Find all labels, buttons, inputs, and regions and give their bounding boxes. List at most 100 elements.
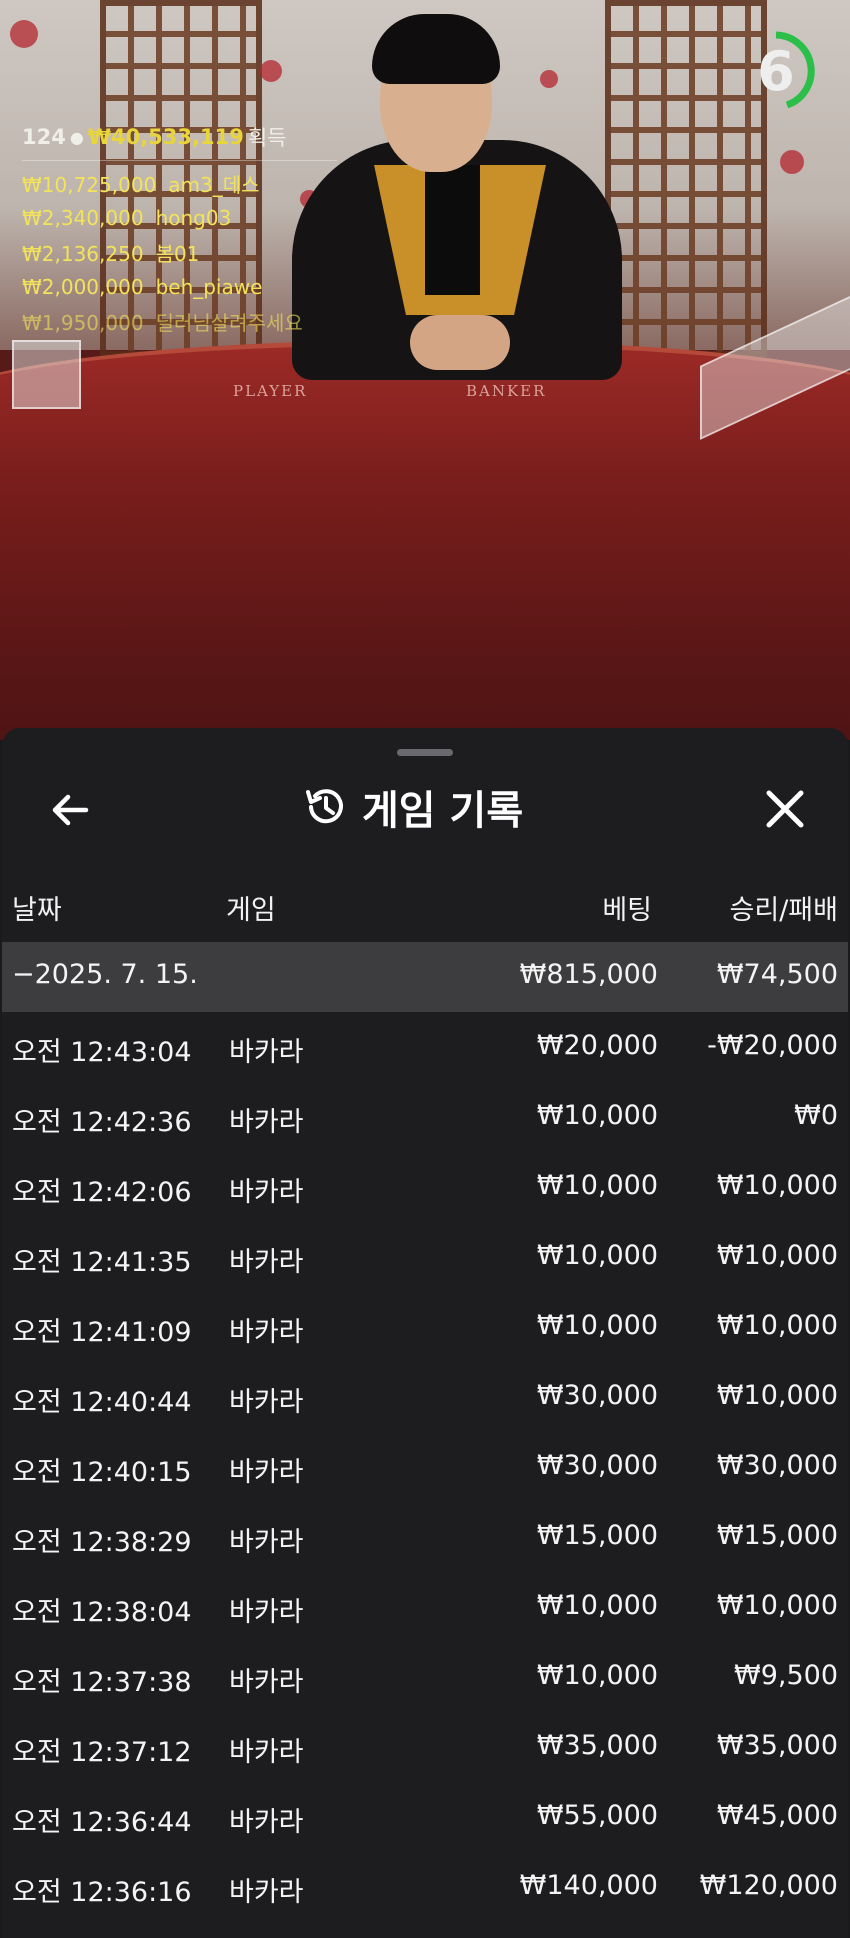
- blossom: [260, 60, 282, 82]
- row-bet: ₩10,000: [536, 1590, 658, 1621]
- column-header-bet: 베팅: [602, 895, 652, 926]
- row-bet: ₩20,000: [536, 1030, 658, 1061]
- row-result: ₩9,500: [734, 1660, 838, 1691]
- summary-date: −2025. 7. 15.: [12, 959, 198, 990]
- row-bet: ₩55,000: [536, 1800, 658, 1831]
- history-row[interactable]: 오전 12:42:36 바카라 ₩10,000 ₩0: [2, 1082, 848, 1152]
- row-time: 오전 12:42:06: [12, 1177, 192, 1208]
- row-game: 바카라: [229, 1597, 304, 1628]
- row-result: ₩10,000: [716, 1380, 838, 1411]
- summary-result: ₩74,500: [716, 959, 838, 990]
- sheet-title-group: 게임 기록: [302, 778, 523, 836]
- row-result: -₩20,000: [707, 1030, 838, 1061]
- column-header-game: 게임: [226, 895, 276, 926]
- row-time: 오전 12:36:44: [12, 1807, 192, 1838]
- row-time: 오전 12:41:35: [12, 1247, 192, 1278]
- history-row[interactable]: 오전 12:43:04 바카라 ₩20,000 -₩20,000: [2, 1012, 848, 1082]
- row-bet: ₩10,000: [536, 1100, 658, 1131]
- winner-amount: ₩2,340,000: [22, 206, 144, 230]
- row-game: 바카라: [229, 1877, 304, 1908]
- winner-amount: ₩2,136,250: [22, 242, 144, 266]
- sheet-grabber[interactable]: [397, 749, 453, 756]
- row-time: 오전 12:37:38: [12, 1667, 192, 1698]
- row-time: 오전 12:43:04: [12, 1037, 192, 1068]
- winners-count: 124: [22, 125, 66, 149]
- row-bet: ₩10,000: [536, 1170, 658, 1201]
- close-button[interactable]: [757, 781, 813, 837]
- column-header-date: 날짜: [12, 895, 62, 926]
- winners-header: 124 ● ₩40,533,119 획득: [22, 122, 337, 161]
- row-result: ₩10,000: [716, 1590, 838, 1621]
- history-list: 오전 12:43:04 바카라 ₩20,000 -₩20,000 오전 12:42:3…: [2, 1012, 848, 1922]
- history-row[interactable]: 오전 12:36:16 바카라 ₩140,000 ₩120,000: [2, 1852, 848, 1922]
- row-bet: ₩30,000: [536, 1380, 658, 1411]
- blossom: [10, 20, 38, 48]
- winner-row: ₩2,000,000 beh_piawe: [22, 275, 337, 299]
- row-result: ₩10,000: [716, 1240, 838, 1271]
- banker-label: BANKER: [466, 382, 547, 400]
- winner-row: ₩1,950,000 딜러님살려주세요: [22, 307, 337, 336]
- sheet-title: 게임 기록: [362, 788, 524, 834]
- row-result: ₩30,000: [716, 1450, 838, 1481]
- row-result: ₩10,000: [716, 1170, 838, 1201]
- history-row[interactable]: 오전 12:41:09 바카라 ₩10,000 ₩10,000: [2, 1292, 848, 1362]
- row-game: 바카라: [229, 1177, 304, 1208]
- row-game: 바카라: [229, 1387, 304, 1418]
- row-result: ₩35,000: [716, 1730, 838, 1761]
- row-bet: ₩10,000: [536, 1660, 658, 1691]
- winner-name: 봄01: [155, 242, 200, 266]
- row-bet: ₩140,000: [519, 1870, 658, 1901]
- arrow-left-icon: [52, 794, 89, 826]
- game-history-sheet: 게임 기록 날짜 게임 베팅 승리/패배 −2025. 7. 15. ₩815,…: [2, 728, 848, 1938]
- row-result: ₩10,000: [716, 1310, 838, 1341]
- history-row[interactable]: 오전 12:42:06 바카라 ₩10,000 ₩10,000: [2, 1152, 848, 1222]
- row-time: 오전 12:42:36: [12, 1107, 192, 1138]
- row-result: ₩45,000: [716, 1800, 838, 1831]
- history-row[interactable]: 오전 12:40:44 바카라 ₩30,000 ₩10,000: [2, 1362, 848, 1432]
- earned-label: 획득: [247, 126, 287, 150]
- row-game: 바카라: [229, 1317, 304, 1348]
- blossom: [540, 70, 558, 88]
- card-shoe: [12, 340, 81, 409]
- history-row[interactable]: 오전 12:40:15 바카라 ₩30,000 ₩30,000: [2, 1432, 848, 1502]
- winners-total: ₩40,533,119: [87, 125, 244, 149]
- history-row[interactable]: 오전 12:38:29 바카라 ₩15,000 ₩15,000: [2, 1502, 848, 1572]
- dealer-hands: [410, 315, 510, 370]
- row-game: 바카라: [229, 1667, 304, 1698]
- winner-name: 딜러님살려주세요: [155, 311, 303, 335]
- winner-amount: ₩10,725,000: [22, 173, 157, 197]
- row-game: 바카라: [229, 1247, 304, 1278]
- row-time: 오전 12:38:04: [12, 1597, 192, 1628]
- dealer-shirt: [425, 165, 480, 295]
- date-summary-row[interactable]: −2025. 7. 15. ₩815,000 ₩74,500: [2, 942, 848, 1012]
- row-bet: ₩30,000: [536, 1450, 658, 1481]
- row-game: 바카라: [229, 1107, 304, 1138]
- blossom: [780, 150, 804, 174]
- timer-value: 6: [757, 39, 795, 103]
- history-row[interactable]: 오전 12:38:04 바카라 ₩10,000 ₩10,000: [2, 1572, 848, 1642]
- row-game: 바카라: [229, 1527, 304, 1558]
- winner-amount: ₩1,950,000: [22, 311, 144, 335]
- row-time: 오전 12:36:16: [12, 1877, 192, 1908]
- summary-bet: ₩815,000: [519, 959, 658, 990]
- winner-amount: ₩2,000,000: [22, 275, 144, 299]
- history-icon: [306, 789, 343, 824]
- row-game: 바카라: [229, 1737, 304, 1768]
- sheet-header: 게임 기록: [2, 773, 848, 843]
- back-button[interactable]: [46, 785, 96, 835]
- history-row[interactable]: 오전 12:37:38 바카라 ₩10,000 ₩9,500: [2, 1642, 848, 1712]
- row-time: 오전 12:40:15: [12, 1457, 192, 1488]
- history-row[interactable]: 오전 12:41:35 바카라 ₩10,000 ₩10,000: [2, 1222, 848, 1292]
- row-bet: ₩10,000: [536, 1310, 658, 1341]
- winners-panel: 124 ● ₩40,533,119 획득 ₩10,725,000 am3_데스 ₩…: [22, 122, 337, 336]
- row-time: 오전 12:41:09: [12, 1317, 192, 1348]
- row-game: 바카라: [229, 1037, 304, 1068]
- row-bet: ₩10,000: [536, 1240, 658, 1271]
- history-row[interactable]: 오전 12:37:12 바카라 ₩35,000 ₩35,000: [2, 1712, 848, 1782]
- winner-row: ₩2,340,000 hong03: [22, 206, 337, 230]
- row-result: ₩120,000: [699, 1870, 838, 1901]
- history-row[interactable]: 오전 12:36:44 바카라 ₩55,000 ₩45,000: [2, 1782, 848, 1852]
- row-result: ₩15,000: [716, 1520, 838, 1551]
- column-header-result: 승리/패배: [729, 895, 838, 926]
- winner-name: hong03: [155, 206, 232, 230]
